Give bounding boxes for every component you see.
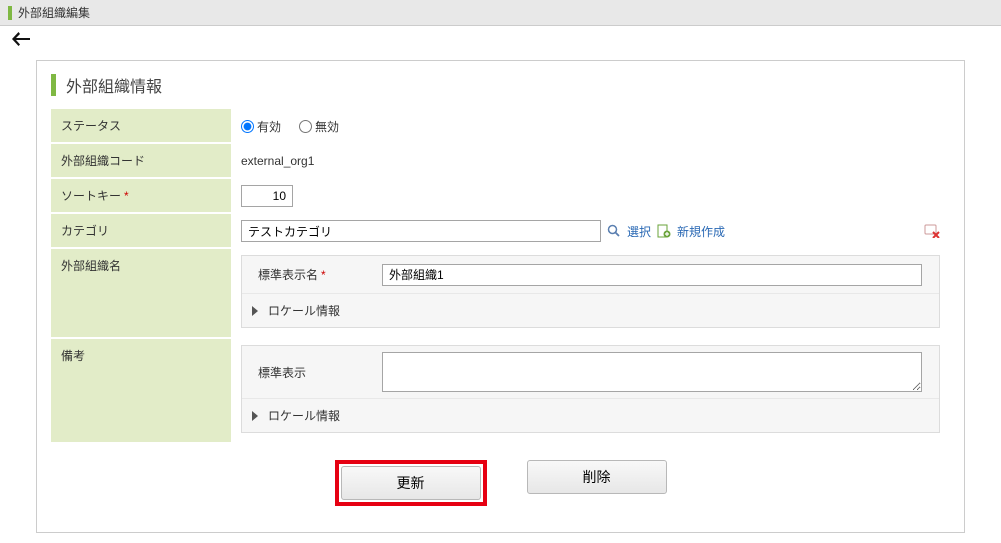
- radio-disabled-text: 無効: [315, 118, 339, 135]
- button-row: 更新 削除: [51, 444, 950, 514]
- label-stdname: 標準表示名*: [252, 262, 382, 287]
- remarks-subpanel: 標準表示 ロケール情報: [241, 345, 940, 433]
- back-bar: [0, 26, 1001, 52]
- row-remarks: 備考 標準表示 ロケール情報: [51, 339, 950, 444]
- value-status: 有効 無効: [231, 109, 950, 143]
- remarks-textarea[interactable]: [382, 352, 922, 392]
- radio-enabled[interactable]: [241, 120, 254, 133]
- label-category: カテゴリ: [51, 214, 231, 248]
- create-link[interactable]: 新規作成: [677, 223, 725, 240]
- locale-label: ロケール情報: [268, 302, 340, 319]
- label-orgname: 外部組織名: [51, 249, 231, 338]
- label-sortkey: ソートキー*: [51, 179, 231, 213]
- radio-enabled-text: 有効: [257, 118, 281, 135]
- label-sortkey-text: ソートキー: [61, 189, 121, 203]
- category-input[interactable]: [241, 220, 601, 242]
- value-category: 選択 新規作成: [231, 214, 950, 248]
- row-orgcode: 外部組織コード external_org1: [51, 144, 950, 179]
- delete-button[interactable]: 削除: [527, 460, 667, 494]
- title-bar: 外部組織編集: [0, 0, 1001, 26]
- search-icon[interactable]: [607, 224, 621, 238]
- expand-icon-2: [252, 411, 258, 421]
- label-remarks: 備考: [51, 339, 231, 443]
- value-remarks: 標準表示 ロケール情報: [231, 339, 950, 443]
- label-stddisplay: 標準表示: [252, 360, 382, 385]
- row-status: ステータス 有効 無効: [51, 109, 950, 144]
- orgname-locale-toggle[interactable]: ロケール情報: [242, 293, 939, 327]
- orgname-subpanel: 標準表示名* ロケール情報: [241, 255, 940, 328]
- required-mark-2: *: [321, 268, 326, 282]
- label-orgcode: 外部組織コード: [51, 144, 231, 178]
- select-link[interactable]: 選択: [627, 223, 651, 240]
- stdname-input[interactable]: [382, 264, 922, 286]
- page-title: 外部組織編集: [18, 4, 90, 21]
- label-stdname-text: 標準表示名: [258, 268, 318, 282]
- delete-icon[interactable]: [924, 224, 940, 238]
- update-highlight: 更新: [335, 460, 487, 506]
- radio-enabled-label[interactable]: 有効: [241, 118, 281, 135]
- value-sortkey: [231, 179, 950, 213]
- sortkey-input[interactable]: [241, 185, 293, 207]
- expand-icon: [252, 306, 258, 316]
- stddisplay-row: 標準表示: [242, 346, 939, 398]
- stdname-row: 標準表示名*: [242, 256, 939, 293]
- form: ステータス 有効 無効 外部組織コード external_org1 ソートキー*: [37, 103, 964, 532]
- remarks-locale-toggle[interactable]: ロケール情報: [242, 398, 939, 432]
- value-orgname: 標準表示名* ロケール情報: [231, 249, 950, 338]
- orgcode-text: external_org1: [241, 154, 314, 168]
- row-orgname: 外部組織名 標準表示名* ロケール情報: [51, 249, 950, 339]
- title-accent: [8, 6, 12, 20]
- radio-disabled[interactable]: [299, 120, 312, 133]
- row-sortkey: ソートキー*: [51, 179, 950, 214]
- section-title-row: 外部組織情報: [37, 61, 964, 103]
- section-title: 外部組織情報: [66, 73, 162, 97]
- back-arrow-icon[interactable]: [12, 32, 989, 46]
- content-panel: 外部組織情報 ステータス 有効 無効 外部組織コード external_org1: [36, 60, 965, 533]
- label-status: ステータス: [51, 109, 231, 143]
- value-orgcode: external_org1: [231, 144, 950, 178]
- radio-disabled-label[interactable]: 無効: [299, 118, 339, 135]
- new-icon[interactable]: [657, 224, 671, 238]
- row-category: カテゴリ 選択 新規作成: [51, 214, 950, 249]
- section-accent: [51, 74, 56, 96]
- locale-label-2: ロケール情報: [268, 407, 340, 424]
- update-button[interactable]: 更新: [341, 466, 481, 500]
- required-mark: *: [124, 189, 129, 203]
